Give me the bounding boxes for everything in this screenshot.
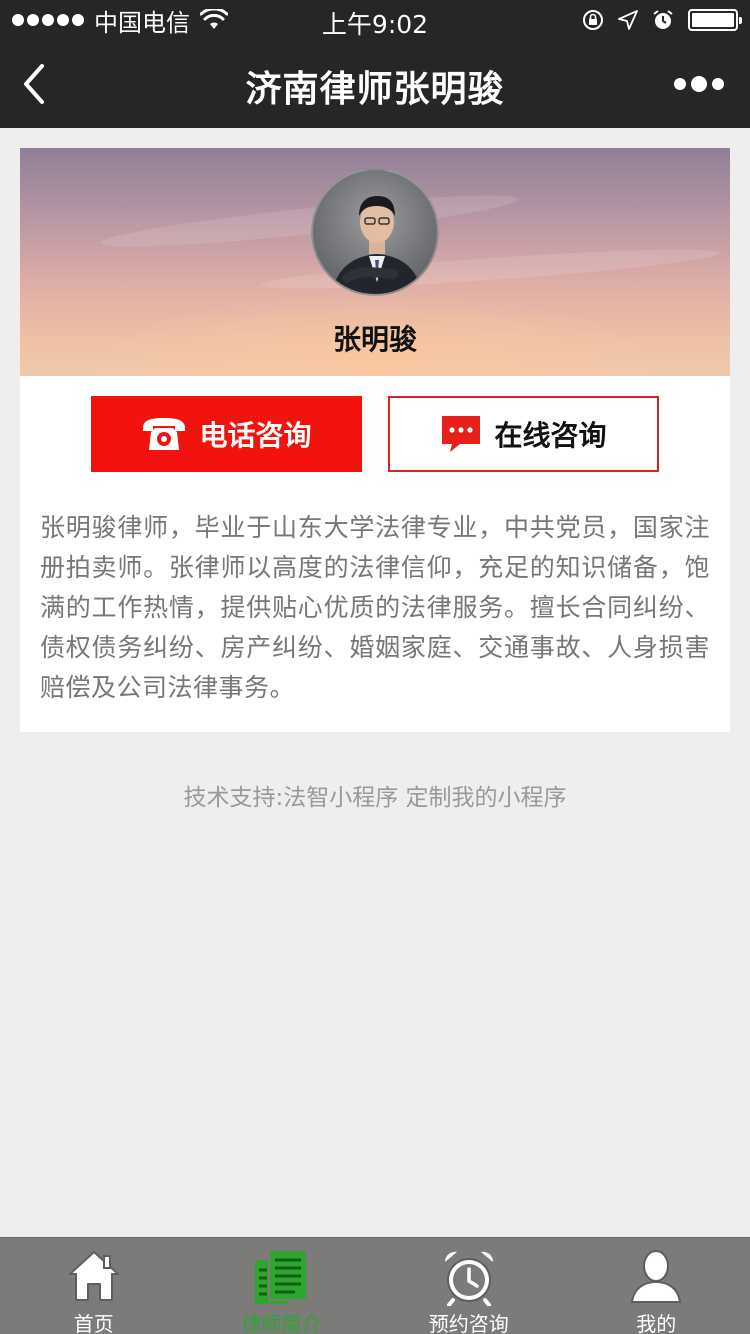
tab-home[interactable]: 首页: [0, 1238, 188, 1334]
tab-appointment[interactable]: 预约咨询: [375, 1238, 563, 1334]
chat-bubble-icon: [442, 416, 481, 452]
alarm-icon: [653, 10, 673, 29]
tab-appointment-label: 预约咨询: [428, 1312, 509, 1334]
tab-bar: 首页 律师简介 预约咨询 我的: [0, 1237, 750, 1334]
tab-lawyer-intro[interactable]: 律师简介: [188, 1238, 376, 1334]
more-options-icon[interactable]: [674, 74, 724, 94]
tab-mine[interactable]: 我的: [563, 1238, 750, 1334]
tab-mine-label: 我的: [636, 1312, 677, 1334]
user-icon: [631, 1250, 682, 1303]
lawyer-profile-card: 张明骏 电话咨询 在线咨询 张明骏律师，毕业于山东大学法律专业，中共党员，国家注…: [20, 148, 730, 732]
phone-consult-label: 电话咨询: [199, 419, 312, 452]
online-consult-button[interactable]: 在线咨询: [388, 396, 659, 472]
tech-support-footer: 技术支持:法智小程序 定制我的小程序: [0, 778, 750, 812]
location-arrow-icon: [618, 10, 638, 30]
tab-home-label: 首页: [73, 1312, 114, 1334]
tab-lawyer-intro-label: 律师简介: [241, 1312, 322, 1334]
telephone-icon: [143, 418, 186, 450]
document-icon: [255, 1249, 309, 1304]
orientation-lock-icon: [583, 10, 603, 30]
status-bar: 中国电信 上午9:02: [0, 0, 750, 40]
avatar: [311, 168, 439, 296]
lawyer-bio: 张明骏律师，毕业于山东大学法律专业，中共党员，国家注册拍卖师。张律师以高度的法律…: [40, 513, 710, 702]
lawyer-name: 张明骏: [332, 323, 417, 356]
phone-consult-button[interactable]: 电话咨询: [91, 396, 362, 472]
nav-bar: 济南律师张明骏: [0, 40, 750, 128]
lawyer-portrait-icon: [331, 196, 423, 294]
tech-support-text: 技术支持:法智小程序: [183, 785, 399, 811]
alarm-clock-icon: [444, 1251, 493, 1306]
battery-icon: [688, 9, 742, 31]
custom-miniprogram-link[interactable]: 定制我的小程序: [406, 785, 567, 811]
home-icon: [68, 1251, 119, 1301]
page-title: 济南律师张明骏: [245, 69, 505, 110]
profile-banner: 张明骏: [20, 148, 730, 376]
online-consult-label: 在线咨询: [494, 419, 607, 452]
